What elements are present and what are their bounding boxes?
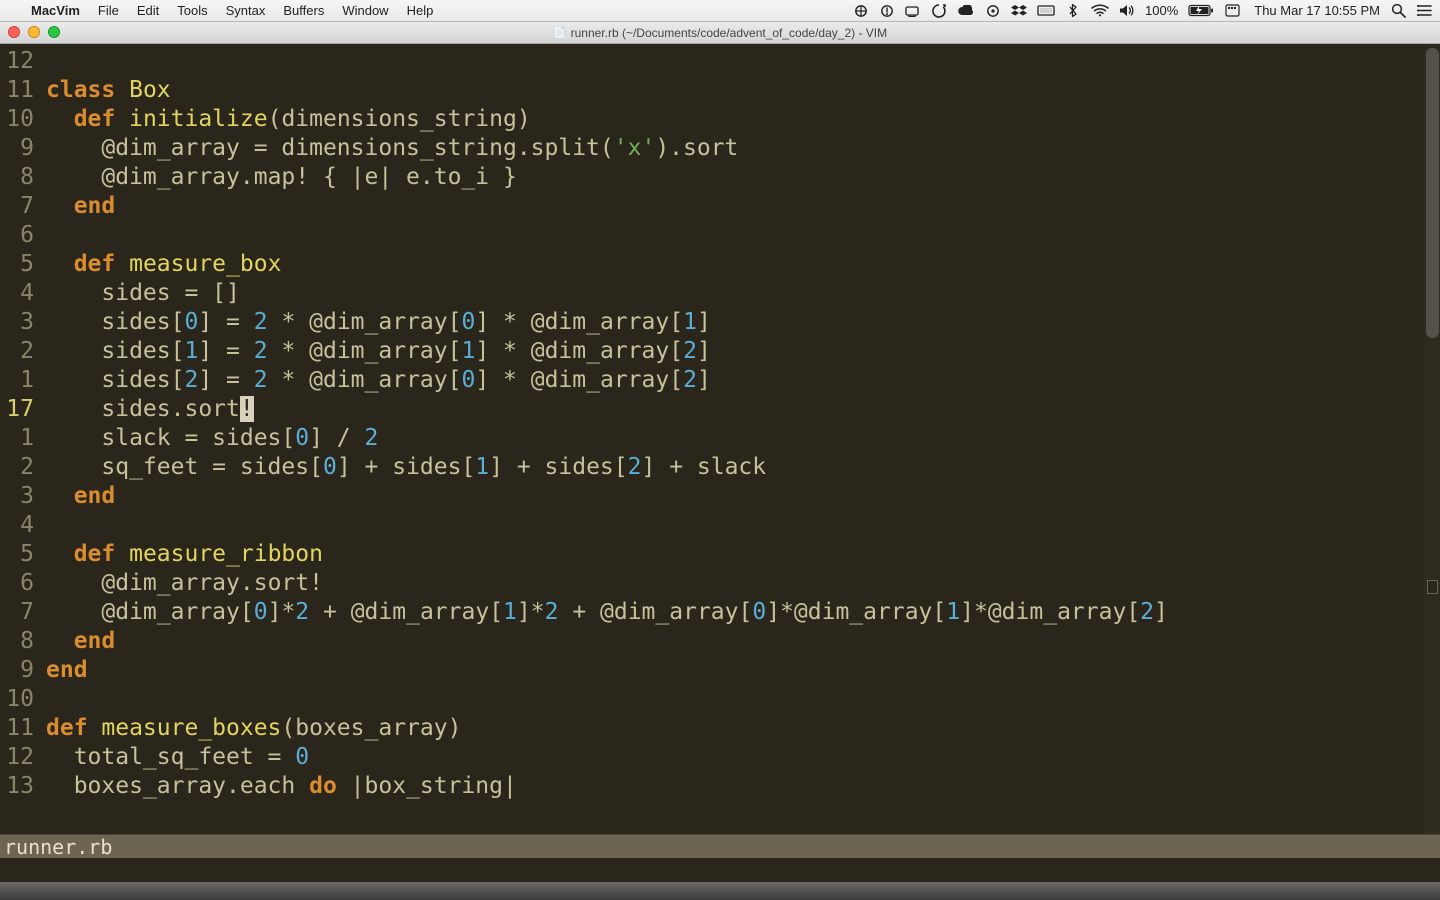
status-icon[interactable] [879,4,895,18]
status-icon[interactable] [931,4,947,18]
menubar-item-help[interactable]: Help [398,3,443,18]
scrollbar-thumb[interactable] [1426,48,1439,338]
code-line[interactable]: boxes_array.each do |box_string| [46,772,1440,801]
menubar-item-buffers[interactable]: Buffers [274,3,333,18]
code-line[interactable] [46,221,1440,250]
code-line[interactable]: @dim_array = dimensions_string.split('x'… [46,134,1440,163]
code-line[interactable]: sides = [] [46,279,1440,308]
code-line[interactable] [46,685,1440,714]
line-number: 4 [4,511,34,540]
window-traffic-lights [8,26,60,38]
status-icon[interactable] [853,4,869,18]
menubar-item-syntax[interactable]: Syntax [217,3,275,18]
cloud-icon[interactable] [957,5,975,17]
line-number: 6 [4,569,34,598]
volume-icon[interactable] [1119,4,1135,17]
code-line[interactable]: slack = sides[0] / 2 [46,424,1440,453]
document-icon: 📄 [553,26,567,39]
line-number: 13 [4,772,34,801]
code-line[interactable]: sides[1] = 2 * @dim_array[1] * @dim_arra… [46,337,1440,366]
vim-cmdline[interactable] [0,858,1440,882]
code-line[interactable]: def initialize(dimensions_string) [46,105,1440,134]
code-line[interactable]: @dim_array[0]*2 + @dim_array[1]*2 + @dim… [46,598,1440,627]
menubar-clock[interactable]: Thu Mar 17 10:55 PM [1250,3,1380,18]
menubar-item-edit[interactable]: Edit [128,3,168,18]
line-number: 2 [4,453,34,482]
status-icon[interactable] [905,5,921,17]
code-line[interactable]: def measure_boxes(boxes_array) [46,714,1440,743]
code-line[interactable] [46,511,1440,540]
battery-icon[interactable] [1188,4,1214,17]
window-titlebar[interactable]: 📄 runner.rb (~/Documents/code/advent_of_… [0,22,1440,44]
line-number: 3 [4,308,34,337]
code-line[interactable]: end [46,482,1440,511]
line-number: 8 [4,163,34,192]
line-number: 1 [4,366,34,395]
vim-statusline: runner.rb [0,834,1440,858]
line-number: 2 [4,337,34,366]
line-number: 17 [4,395,34,424]
spotlight-icon[interactable] [1390,3,1406,18]
line-number: 3 [4,482,34,511]
menubar-item-tools[interactable]: Tools [168,3,216,18]
line-number-gutter: 1211109876543211712345678910111213 [0,44,40,834]
menubar-app-name[interactable]: MacVim [22,3,89,18]
dropbox-icon[interactable] [1011,4,1027,18]
desktop-background-strip [0,882,1440,900]
code-line[interactable]: @dim_array.map! { |e| e.to_i } [46,163,1440,192]
line-number: 11 [4,714,34,743]
line-number: 4 [4,279,34,308]
code-area[interactable]: class Box def initialize(dimensions_stri… [40,44,1440,834]
code-line[interactable]: total_sq_feet = 0 [46,743,1440,772]
scrollbar-mark [1427,580,1438,594]
window-zoom-button[interactable] [48,26,60,38]
code-line[interactable]: sides.sort! [46,395,1440,424]
code-line[interactable]: sides[2] = 2 * @dim_array[0] * @dim_arra… [46,366,1440,395]
code-line[interactable]: class Box [46,76,1440,105]
line-number: 6 [4,221,34,250]
menubar-item-file[interactable]: File [89,3,128,18]
bluetooth-icon[interactable] [1065,3,1081,18]
display-icon[interactable] [1037,5,1055,17]
line-number: 7 [4,598,34,627]
line-number: 5 [4,250,34,279]
menubar-item-window[interactable]: Window [333,3,397,18]
code-line[interactable]: sides[0] = 2 * @dim_array[0] * @dim_arra… [46,308,1440,337]
code-line[interactable]: def measure_box [46,250,1440,279]
window-close-button[interactable] [8,26,20,38]
line-number: 10 [4,685,34,714]
line-number: 5 [4,540,34,569]
code-line[interactable]: end [46,192,1440,221]
window-minimize-button[interactable] [28,26,40,38]
code-line[interactable]: @dim_array.sort! [46,569,1440,598]
code-line[interactable] [46,47,1440,76]
line-number: 8 [4,627,34,656]
line-number: 1 [4,424,34,453]
line-number: 11 [4,76,34,105]
notification-center-icon[interactable] [1416,4,1432,17]
editor: 1211109876543211712345678910111213 class… [0,44,1440,882]
code-line[interactable]: def measure_ribbon [46,540,1440,569]
window-title: runner.rb (~/Documents/code/advent_of_co… [571,26,888,40]
line-number: 12 [4,743,34,772]
sync-icon[interactable] [985,4,1001,18]
line-number: 10 [4,105,34,134]
line-number: 9 [4,656,34,685]
input-source-icon[interactable] [1224,4,1240,17]
line-number: 9 [4,134,34,163]
macos-menubar: MacVim File Edit Tools Syntax Buffers Wi… [0,0,1440,22]
line-number: 12 [4,47,34,76]
code-line[interactable]: sq_feet = sides[0] + sides[1] + sides[2]… [46,453,1440,482]
code-line[interactable]: end [46,627,1440,656]
line-number: 7 [4,192,34,221]
code-line[interactable]: end [46,656,1440,685]
scrollbar-track[interactable] [1424,44,1440,834]
wifi-icon[interactable] [1091,4,1109,17]
battery-percent: 100% [1145,3,1178,18]
